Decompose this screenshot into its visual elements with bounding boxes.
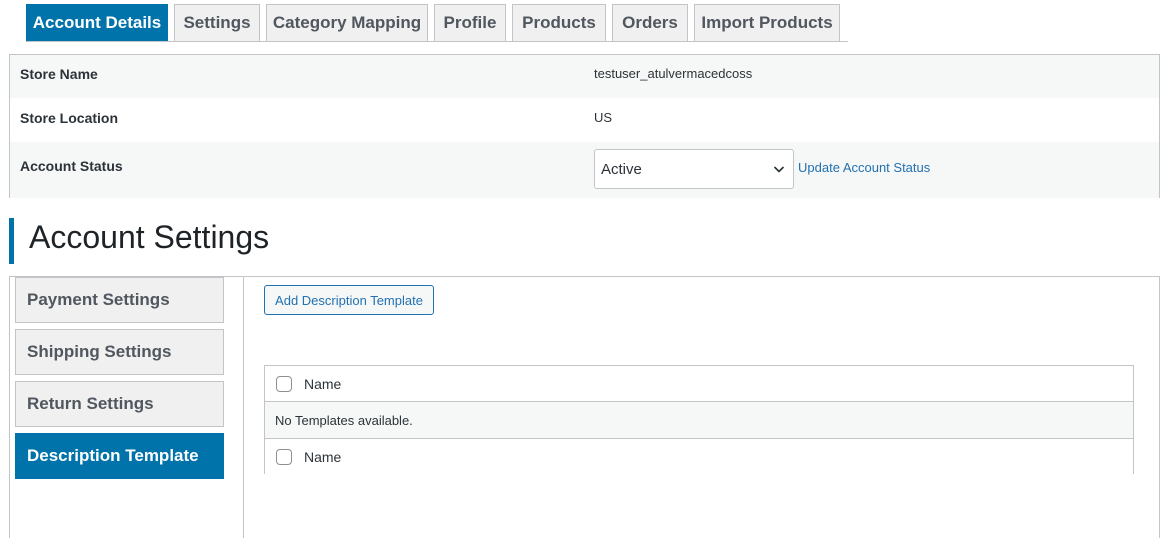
tab-orders[interactable]: Orders xyxy=(612,4,688,42)
column-footer-name[interactable]: Name xyxy=(304,449,341,465)
select-all-checkbox[interactable] xyxy=(276,375,292,392)
templates-table: Name No Templates available. Name xyxy=(264,365,1134,474)
store-name-value: testuser_atulvermacedcoss xyxy=(594,66,753,81)
tab-settings[interactable]: Settings xyxy=(174,4,260,42)
sidebar-item-description-template[interactable]: Description Template xyxy=(15,433,224,479)
tab-category-mapping[interactable]: Category Mapping xyxy=(266,4,428,42)
add-description-template-button[interactable]: Add Description Template xyxy=(264,285,434,315)
store-name-row: Store Name testuser_atulvermacedcoss xyxy=(10,55,1159,98)
account-status-label: Account Status xyxy=(20,158,123,174)
table-header-row: Name xyxy=(265,366,1133,402)
top-tab-bar: Account Details Settings Category Mappin… xyxy=(26,4,840,42)
tab-import-products[interactable]: Import Products xyxy=(694,4,840,42)
account-status-select[interactable]: Active xyxy=(594,149,794,189)
update-account-status-link[interactable]: Update Account Status xyxy=(798,160,930,175)
tab-bar-divider xyxy=(26,41,848,42)
page-title: Account Settings xyxy=(29,219,270,255)
account-status-selected-value: Active xyxy=(601,160,642,178)
store-location-label: Store Location xyxy=(20,110,119,126)
store-location-value: US xyxy=(594,110,613,125)
account-status-row: Account Status Active Update Account Sta… xyxy=(10,142,1159,198)
table-footer-row: Name xyxy=(265,438,1133,474)
select-all-checkbox-footer[interactable] xyxy=(276,448,292,465)
sidebar-item-return-settings[interactable]: Return Settings xyxy=(15,381,224,427)
sidebar-divider xyxy=(243,277,244,538)
store-location-row: Store Location US xyxy=(10,98,1159,142)
store-info-table: Store Name testuser_atulvermacedcoss Sto… xyxy=(9,54,1160,198)
column-header-name[interactable]: Name xyxy=(304,376,341,392)
tab-account-details[interactable]: Account Details xyxy=(26,4,168,42)
empty-table-message: No Templates available. xyxy=(265,402,1133,438)
sidebar-item-payment-settings[interactable]: Payment Settings xyxy=(15,277,224,323)
heading-accent-bar xyxy=(9,218,14,264)
store-name-label: Store Name xyxy=(20,66,98,82)
account-settings-panel: Payment Settings Shipping Settings Retur… xyxy=(9,276,1160,538)
tab-products[interactable]: Products xyxy=(512,4,606,42)
sidebar-item-shipping-settings[interactable]: Shipping Settings xyxy=(15,329,224,375)
chevron-down-icon xyxy=(773,166,785,173)
tab-profile[interactable]: Profile xyxy=(434,4,506,42)
